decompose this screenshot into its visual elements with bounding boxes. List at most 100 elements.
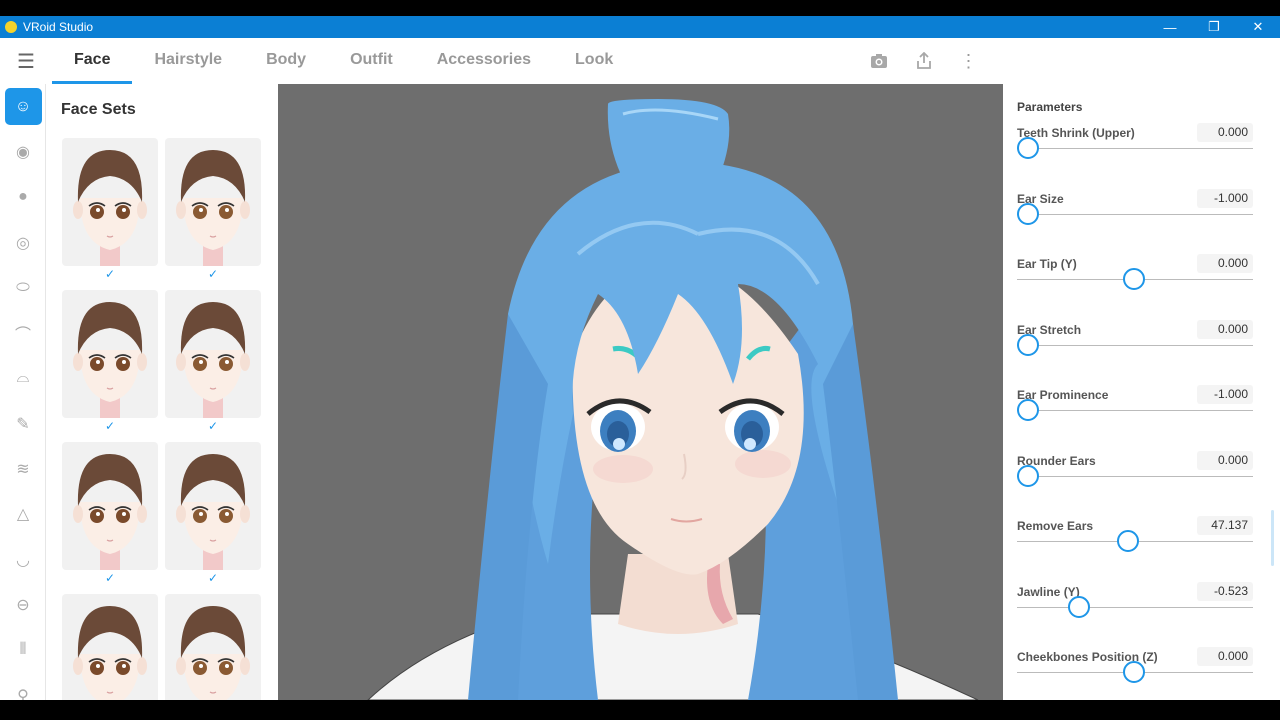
face-set-thumbnail xyxy=(165,290,261,418)
face-set-card[interactable]: ✓ xyxy=(165,442,261,594)
nose-icon[interactable]: △ xyxy=(0,492,46,537)
bottom-letterbox xyxy=(0,700,1280,720)
eye-icon[interactable]: ◉ xyxy=(0,129,46,174)
check-icon: ✓ xyxy=(207,267,219,281)
face-sets-title: Face Sets xyxy=(61,101,136,118)
face-set-thumbnail xyxy=(165,594,261,700)
tab-body[interactable]: Body xyxy=(244,38,328,84)
param-value-input[interactable]: 0.000 xyxy=(1197,450,1253,470)
param-value-input[interactable]: -0.523 xyxy=(1197,581,1253,601)
face-set-card[interactable]: ✓ xyxy=(165,290,261,442)
face-set-card[interactable]: ✓ xyxy=(62,290,158,442)
param-value-input[interactable]: -1.000 xyxy=(1197,188,1253,208)
face-sets-grid: ✓ ✓ ✓ ✓ ✓ ✓ xyxy=(62,138,261,700)
slider-track[interactable] xyxy=(1017,606,1253,608)
params-header-area xyxy=(1003,38,1280,84)
face-set-card[interactable]: ✓ xyxy=(165,138,261,290)
face-set-card[interactable] xyxy=(165,594,261,700)
face-set-thumbnail xyxy=(62,594,158,700)
pen-icon[interactable]: ✎ xyxy=(0,401,46,446)
eyelash-icon[interactable]: ⌓ xyxy=(0,356,46,401)
top-letterbox xyxy=(0,0,1280,16)
param-value-input[interactable]: -1.000 xyxy=(1197,385,1253,404)
slider-thumb[interactable] xyxy=(1017,464,1039,487)
param-row: Ear Size -1.000 xyxy=(1017,188,1253,252)
param-value-input[interactable]: 0.000 xyxy=(1197,647,1253,666)
check-icon: ✓ xyxy=(104,571,116,585)
category-sidebar: ☺ ◉ ● ◎ ⬭ ⌒ ⌓ ✎ ≋ △ ◡ ⊖ ⫴ ⚲ xyxy=(0,84,46,705)
face-set-thumbnail xyxy=(62,442,158,570)
parameters-panel: Parameters Teeth Shrink (Upper) 0.000 Ear … xyxy=(1003,84,1280,700)
more-options-icon[interactable]: ⋮ xyxy=(946,38,991,84)
param-value-input[interactable]: 0.000 xyxy=(1197,254,1253,273)
lips-icon[interactable]: ⊖ xyxy=(0,582,46,627)
mouth-icon[interactable]: ◡ xyxy=(0,537,46,582)
tab-accessories[interactable]: Accessories xyxy=(415,38,553,84)
window-title: VRoid Studio xyxy=(23,20,94,34)
slider-thumb[interactable] xyxy=(1017,202,1039,225)
ear-icon[interactable]: ⫴ xyxy=(0,628,46,673)
iris-icon[interactable]: ● xyxy=(0,175,46,220)
slider-thumb[interactable] xyxy=(1017,137,1039,159)
face-set-card[interactable]: ✓ xyxy=(62,442,158,594)
tab-look[interactable]: Look xyxy=(553,38,635,84)
slider-thumb[interactable] xyxy=(1116,530,1139,552)
slider-track[interactable] xyxy=(1017,148,1253,149)
slider-thumb[interactable] xyxy=(1017,333,1039,356)
slider-track[interactable] xyxy=(1017,213,1253,215)
check-icon: ✓ xyxy=(207,571,219,585)
param-row: Remove Ears 47.137 xyxy=(1017,516,1253,579)
slider-thumb[interactable] xyxy=(1123,661,1145,683)
restore-button[interactable]: ❐ xyxy=(1192,16,1236,38)
param-row: Jawline (Y) -0.523 xyxy=(1017,581,1253,645)
tab-face[interactable]: Face xyxy=(52,38,133,84)
face-set-thumbnail xyxy=(62,290,158,418)
slider-thumb[interactable] xyxy=(1067,595,1090,618)
params-scrollbar[interactable] xyxy=(1271,510,1274,566)
param-value-input[interactable]: 0.000 xyxy=(1197,123,1253,142)
tab-outfit[interactable]: Outfit xyxy=(328,38,415,84)
eyeliner-icon[interactable]: ≋ xyxy=(0,446,46,491)
vroid-logo-icon xyxy=(5,21,17,33)
avatar-viewport[interactable] xyxy=(278,84,1003,700)
param-label: Remove Ears xyxy=(1017,519,1094,533)
camera-icon[interactable] xyxy=(856,38,901,84)
slider-track[interactable] xyxy=(1017,344,1253,346)
slider-thumb[interactable] xyxy=(1123,268,1145,290)
param-row: Teeth Shrink (Upper) 0.000 xyxy=(1017,123,1253,186)
eyebrow-icon[interactable]: ⌒ xyxy=(0,310,46,355)
eye-outline-icon[interactable]: ◎ xyxy=(0,220,46,265)
face-set-card[interactable] xyxy=(62,594,158,700)
title-bar: VRoid Studio — ❐ ✕ xyxy=(0,16,1280,38)
face-sets-panel: Face Sets ✓ ✓ ✓ ✓ ✓ ✓ xyxy=(46,84,278,700)
slider-track[interactable] xyxy=(1017,410,1253,411)
param-value-input[interactable]: 0.000 xyxy=(1197,319,1253,339)
main-tabs: Face Hairstyle Body Outfit Accessories Look xyxy=(52,38,635,84)
check-icon: ✓ xyxy=(104,419,116,433)
eye-white-icon[interactable]: ⬭ xyxy=(0,265,46,310)
hamburger-menu-icon[interactable]: ☰ xyxy=(0,38,52,84)
param-label: Jawline (Y) xyxy=(1017,584,1080,599)
param-value-input[interactable]: 47.137 xyxy=(1197,516,1253,535)
parameters-title: Parameters xyxy=(1017,100,1083,114)
slider-thumb[interactable] xyxy=(1017,399,1039,421)
tab-hairstyle[interactable]: Hairstyle xyxy=(132,38,244,84)
param-row: Ear Tip (Y) 0.000 xyxy=(1017,254,1253,317)
export-icon[interactable] xyxy=(901,38,946,84)
close-button[interactable]: ✕ xyxy=(1236,16,1280,38)
param-row: Rounder Ears 0.000 xyxy=(1017,450,1253,514)
param-label: Ear Tip (Y) xyxy=(1017,257,1077,271)
face-icon[interactable]: ☺ xyxy=(0,84,46,129)
face-set-thumbnail xyxy=(165,138,261,266)
face-set-thumbnail xyxy=(62,138,158,266)
param-row: Ear Stretch 0.000 xyxy=(1017,319,1253,383)
menu-bar: ☰ Face Hairstyle Body Outfit Accessories Look… xyxy=(0,38,1003,84)
avatar-preview xyxy=(367,99,979,700)
minimize-button[interactable]: — xyxy=(1148,16,1192,38)
check-icon: ✓ xyxy=(104,267,116,281)
face-set-thumbnail xyxy=(165,442,261,570)
param-label: Teeth Shrink (Upper) xyxy=(1017,126,1135,140)
face-set-card[interactable]: ✓ xyxy=(62,138,158,290)
check-icon: ✓ xyxy=(207,419,219,433)
slider-track[interactable] xyxy=(1017,475,1253,477)
